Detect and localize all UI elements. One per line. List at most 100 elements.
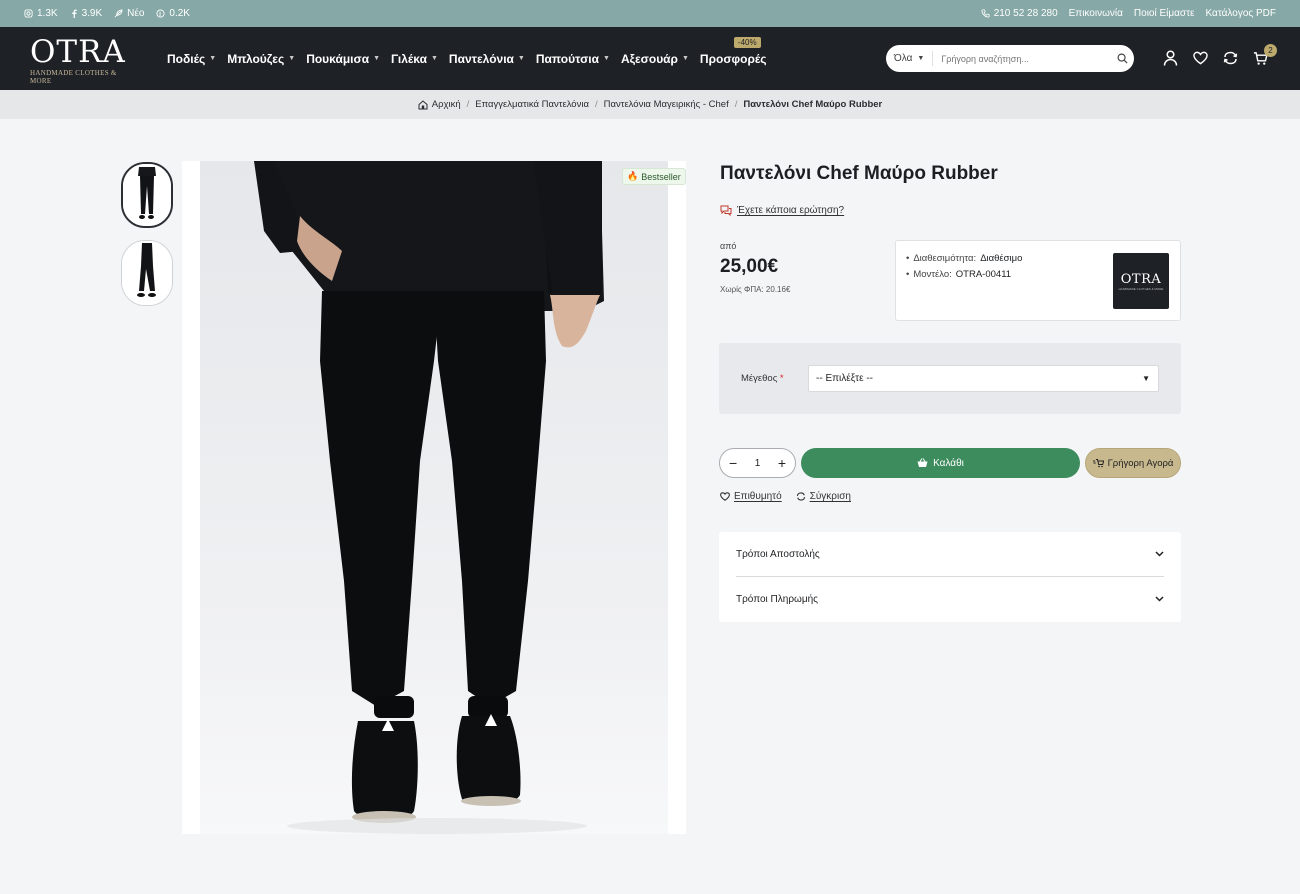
product-main-image[interactable] (182, 161, 686, 834)
bullet: • (906, 269, 910, 280)
quick-buy-button[interactable]: Γρήγορη Αγορά (1085, 448, 1181, 478)
nav-item-offers[interactable]: -40% Προσφορές (700, 36, 767, 66)
quantity-decrease-button[interactable]: − (729, 456, 737, 470)
search-button[interactable] (1110, 53, 1134, 64)
about-link[interactable]: Ποιοί Είμαστε (1134, 8, 1195, 19)
breadcrumb-separator: / (466, 99, 470, 110)
home-icon (418, 99, 428, 109)
catalog-pdf-link[interactable]: Κατάλογος PDF (1206, 8, 1277, 19)
breadcrumb: Αρχική / Επαγγελματικά Παντελόνια / Παντ… (0, 90, 1300, 119)
phone-link[interactable]: 210 52 28 280 (981, 8, 1058, 19)
top-links: 210 52 28 280 Επικοινωνία Ποιοί Είμαστε … (981, 0, 1276, 27)
product-thumbnail-front[interactable] (121, 162, 173, 228)
breadcrumb-home[interactable]: Αρχική (418, 99, 461, 110)
size-select[interactable]: -- Επιλέξτε -- ▼ (808, 365, 1159, 392)
brand-logo[interactable]: OTRA HANDMADE CLOTHES & MORE (1113, 253, 1169, 309)
add-to-compare-link[interactable]: Σύγκριση (796, 491, 851, 502)
nav-item-vests[interactable]: Γιλέκα ▼ (391, 52, 438, 66)
quantity-value[interactable]: 1 (755, 458, 761, 469)
product-info-box: • Διαθεσιμότητα: Διαθέσιμο • Μοντέλο: OT… (895, 240, 1181, 321)
basket-icon (917, 458, 928, 467)
site-header: OTRA HANDMADE CLOTHES & MORE Ποδιές ▼ Μπλ… (0, 27, 1300, 90)
search-bar: Όλα ▼ (886, 45, 1134, 72)
caret-down-icon: ▼ (373, 55, 381, 62)
search-category-select[interactable]: Όλα ▼ (886, 51, 934, 66)
product-title: Παντελόνι Chef Μαύρο Rubber (720, 163, 998, 184)
add-to-cart-label: Καλάθι (933, 457, 964, 469)
quantity-stepper: − 1 + (719, 448, 796, 478)
quantity-increase-button[interactable]: + (778, 456, 786, 470)
size-label: Μέγεθος * (741, 373, 784, 384)
trousers-thumbnail-image (123, 164, 171, 226)
breadcrumb-item[interactable]: Επαγγελματικά Παντελόνια (475, 99, 589, 110)
facebook-count: 3.9K (81, 8, 103, 19)
brand-logo-text: OTRA (1120, 271, 1162, 287)
trousers-side-thumbnail-image (122, 241, 172, 305)
accordion-payment[interactable]: Τρόποι Πληρωμής (736, 577, 1164, 621)
caret-down-icon: ▼ (603, 55, 610, 62)
social-instagram[interactable]: 1.3K (24, 8, 58, 19)
product-options: Μέγεθος * -- Επιλέξτε -- ▼ (719, 343, 1181, 414)
social-facebook[interactable]: 3.9K (70, 8, 103, 19)
price-without-vat: Χωρίς ΦΠΑ: 20.16€ (720, 285, 791, 294)
breadcrumb-item[interactable]: Παντελόνια Μαγειρικής - Chef (604, 99, 729, 110)
logo-text: OTRA (30, 34, 126, 70)
accordion-shipping[interactable]: Τρόποι Αποστολής (736, 532, 1164, 576)
nav-item-shoes[interactable]: Παπούτσια ▼ (536, 52, 610, 66)
facebook-icon (71, 9, 77, 18)
product-price: 25,00€ (720, 256, 779, 277)
wishlist-button[interactable] (1193, 49, 1208, 67)
price-prefix: από (720, 241, 737, 251)
breadcrumb-label: Αρχική (431, 99, 461, 110)
cart-button[interactable]: 2 (1253, 44, 1277, 67)
instagram-count: 1.3K (37, 8, 58, 19)
nav-item-shirts[interactable]: Πουκάμισα ▼ (306, 52, 380, 66)
contact-link[interactable]: Επικοινωνία (1069, 8, 1123, 19)
compare-icon (1223, 51, 1238, 65)
nav-label: Πουκάμισα (306, 51, 370, 66)
caret-down-icon: ▼ (209, 55, 217, 62)
wishlist-label: Επιθυμητό (734, 491, 782, 502)
brand-logo-tagline: HANDMADE CLOTHES & MORE (1118, 286, 1164, 291)
nav-item-tshirts[interactable]: Μπλούζες ▼ (227, 52, 295, 66)
caret-down-icon: ▼ (681, 55, 689, 62)
bestseller-badge: 🔥 Bestseller (622, 168, 686, 185)
product-thumbnail-side[interactable] (121, 240, 173, 306)
logo-tagline: HANDMADE CLOTHES & MORE (30, 69, 117, 85)
add-to-cart-button[interactable]: Καλάθι (801, 448, 1080, 478)
account-button[interactable] (1163, 49, 1178, 67)
nav-item-accessories[interactable]: Αξεσουάρ ▼ (621, 52, 689, 66)
ask-question-link[interactable]: Έχετε κάποια ερώτηση? (720, 205, 844, 216)
badge-label: Bestseller (641, 171, 681, 182)
phone-number: 210 52 28 280 (993, 8, 1058, 19)
nav-item-trousers[interactable]: Παντελόνια ▼ (449, 52, 525, 66)
compare-icon (796, 492, 805, 501)
model-row: • Μοντέλο: OTRA-00411 (906, 269, 1011, 280)
product-actions: Επιθυμητό Σύγκριση (720, 491, 851, 502)
social-pinterest[interactable]: 0.2K (156, 8, 190, 19)
nav-item-aprons[interactable]: Ποδιές ▼ (167, 52, 216, 66)
caret-down-icon: ▼ (288, 55, 296, 62)
nav-label: Παπούτσια (535, 51, 600, 66)
caret-down-icon: ▼ (1142, 374, 1150, 383)
social-new[interactable]: Νέο (114, 8, 144, 19)
caret-down-icon: ▼ (430, 55, 438, 62)
site-logo[interactable]: OTRA HANDMADE CLOTHES & MORE (30, 36, 140, 85)
chevron-down-icon (1155, 551, 1164, 557)
model-value: OTRA-00411 (955, 269, 1012, 280)
instagram-icon (24, 9, 33, 18)
flame-icon: 🔥 (627, 171, 639, 181)
size-label-text: Μέγεθος (741, 373, 778, 384)
trousers-photo (254, 161, 604, 834)
user-icon (1163, 50, 1178, 66)
discount-badge: -40% (733, 36, 761, 48)
top-bar: 1.3K 3.9K Νέο 0.2K 210 52 28 280 Επικοιν… (0, 0, 1300, 27)
compare-button[interactable] (1223, 49, 1238, 67)
nav-label: Μπλούζες (227, 51, 285, 66)
add-to-wishlist-link[interactable]: Επιθυμητό (720, 491, 782, 502)
heart-icon (1193, 51, 1208, 65)
main-nav: Ποδιές ▼ Μπλούζες ▼ Πουκάμισα ▼ Γιλέκα ▼ Παν… (167, 27, 767, 90)
search-input[interactable] (933, 53, 1110, 64)
chat-question-icon (720, 205, 732, 216)
availability-row: • Διαθεσιμότητα: Διαθέσιμο (906, 253, 1022, 264)
